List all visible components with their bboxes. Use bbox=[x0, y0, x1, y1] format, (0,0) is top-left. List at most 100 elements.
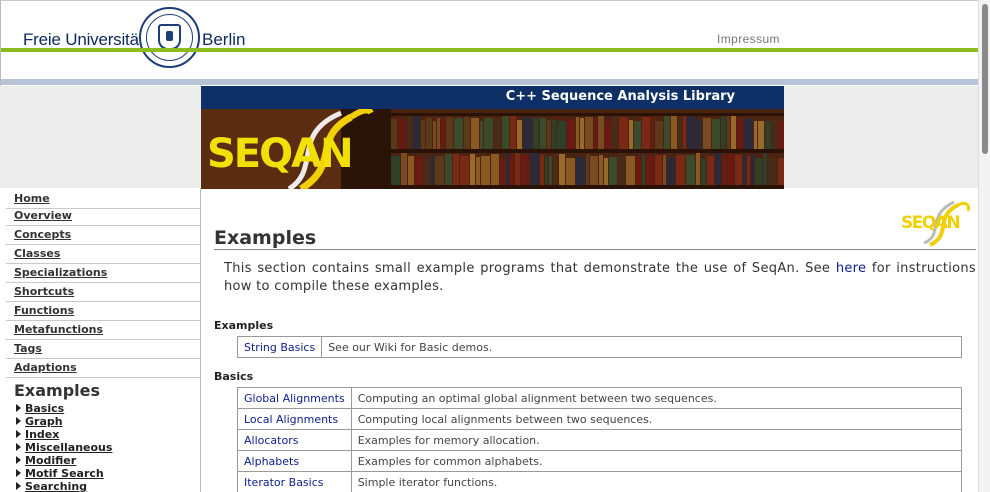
book-spine bbox=[484, 118, 493, 149]
book-spine bbox=[403, 121, 406, 149]
scrollbar-thumb[interactable] bbox=[982, 4, 988, 154]
sidebar-item-overview[interactable]: Overview bbox=[6, 207, 200, 226]
book-spine bbox=[586, 154, 589, 185]
book-spine bbox=[605, 121, 611, 149]
book-spine bbox=[754, 121, 757, 149]
impressum-link[interactable]: Impressum bbox=[717, 32, 780, 46]
example-link[interactable]: Local Alignments bbox=[237, 408, 352, 430]
university-seal-logo[interactable] bbox=[139, 7, 200, 68]
book-spine bbox=[667, 158, 675, 185]
book-spine bbox=[408, 156, 414, 185]
example-link[interactable]: Allocators bbox=[237, 429, 352, 451]
book-spine bbox=[506, 153, 509, 185]
sidebar-section-heading: Examples bbox=[14, 381, 101, 400]
seqan-small-logo-text: SEQAN bbox=[901, 213, 961, 233]
university-name-left: Freie Universität bbox=[23, 30, 144, 49]
example-description: Examples for common alphabets. bbox=[350, 450, 963, 472]
example-description: Computing local alignments between two s… bbox=[350, 408, 963, 430]
book-spine bbox=[415, 157, 423, 185]
book-spine bbox=[678, 117, 682, 149]
triangle-right-icon bbox=[16, 482, 21, 490]
book-spine bbox=[655, 121, 663, 149]
book-spine bbox=[728, 154, 734, 185]
book-spine bbox=[778, 121, 784, 149]
examples-table: String Basics See our Wiki for Basic dem… bbox=[236, 336, 962, 358]
book-spine bbox=[491, 154, 499, 185]
book-spine bbox=[594, 118, 597, 149]
book-spine bbox=[664, 116, 670, 149]
book-spine bbox=[566, 158, 575, 185]
book-spine bbox=[619, 117, 628, 149]
book-spine bbox=[549, 156, 552, 185]
book-spine bbox=[552, 120, 556, 149]
book-spine bbox=[744, 119, 753, 149]
book-spine bbox=[715, 153, 721, 185]
sidebar-item-functions[interactable]: Functions bbox=[6, 302, 200, 321]
book-spine bbox=[437, 118, 440, 149]
book-spine bbox=[743, 155, 746, 185]
book-spine bbox=[426, 118, 432, 149]
triangle-right-icon bbox=[16, 417, 21, 425]
book-spine bbox=[502, 116, 509, 149]
book-spine bbox=[515, 153, 520, 185]
sidebar-sub-graph[interactable]: Graph bbox=[16, 415, 63, 428]
book-spine bbox=[441, 118, 445, 149]
sidebar-item-concepts[interactable]: Concepts bbox=[6, 226, 200, 245]
seqan-logo-text: SEQAN bbox=[207, 131, 354, 177]
seqan-banner: C++ Sequence Analysis Library SEQAN bbox=[201, 86, 784, 189]
book-spine bbox=[768, 158, 777, 185]
book-spine bbox=[545, 157, 548, 185]
sidebar-sub-modifier[interactable]: Modifier bbox=[16, 454, 76, 467]
book-spine bbox=[712, 119, 720, 149]
intro-paragraph: This section contains small example prog… bbox=[224, 261, 976, 294]
book-spine bbox=[599, 155, 603, 185]
triangle-right-icon bbox=[16, 430, 21, 438]
sidebar-item-shortcuts[interactable]: Shortcuts bbox=[6, 283, 200, 302]
book-spine bbox=[547, 120, 551, 149]
example-description: Computing an optimal global alignment be… bbox=[350, 387, 963, 409]
book-spine bbox=[413, 116, 420, 149]
compile-instructions-link[interactable]: here bbox=[836, 261, 867, 276]
book-spine bbox=[663, 155, 666, 185]
sidebar-sub-basics[interactable]: Basics bbox=[16, 402, 64, 415]
book-spine bbox=[453, 154, 459, 185]
example-link[interactable]: Iterator Basics bbox=[237, 471, 352, 492]
sidebar-item-specializations[interactable]: Specializations bbox=[6, 264, 200, 283]
sidebar-sub-motif-search[interactable]: Motif Search bbox=[16, 467, 104, 480]
sidebar-sub-index[interactable]: Index bbox=[16, 428, 59, 441]
sidebar-item-metafunctions[interactable]: Metafunctions bbox=[6, 321, 200, 340]
sidebar-item-tags[interactable]: Tags bbox=[6, 340, 200, 359]
triangle-right-icon bbox=[16, 456, 21, 464]
vertical-scrollbar[interactable] bbox=[978, 0, 990, 492]
book-spine bbox=[517, 120, 522, 149]
example-link[interactable]: Global Alignments bbox=[237, 387, 352, 409]
example-link[interactable]: String Basics bbox=[236, 336, 323, 358]
table-row: Allocators Examples for memory allocatio… bbox=[237, 429, 963, 451]
book-spine bbox=[559, 154, 565, 185]
book-spine bbox=[755, 158, 762, 185]
book-spine bbox=[636, 156, 641, 185]
book-spine bbox=[686, 155, 695, 185]
sidebar-sub-searching[interactable]: Searching bbox=[16, 480, 87, 492]
example-description: See our Wiki for Basic demos. bbox=[321, 336, 962, 358]
book-spine bbox=[629, 120, 633, 149]
book-spine bbox=[737, 118, 743, 149]
book-spine bbox=[424, 158, 430, 185]
book-spine bbox=[772, 118, 777, 149]
sidebar-sub-miscellaneous[interactable]: Miscellaneous bbox=[16, 441, 112, 454]
book-spine bbox=[731, 116, 736, 149]
table-row: Global Alignments Computing an optimal g… bbox=[237, 387, 963, 409]
section-heading-basics: Basics bbox=[214, 370, 254, 383]
book-spine bbox=[470, 154, 475, 185]
example-link[interactable]: Alphabets bbox=[237, 450, 352, 472]
book-spine bbox=[500, 158, 505, 185]
book-spine bbox=[722, 154, 727, 185]
book-spine bbox=[763, 153, 767, 185]
book-spine bbox=[391, 156, 400, 185]
sidebar-item-classes[interactable]: Classes bbox=[6, 245, 200, 264]
book-spine bbox=[407, 117, 412, 149]
book-spine bbox=[567, 119, 575, 149]
banner-title-bar: C++ Sequence Analysis Library bbox=[201, 86, 784, 109]
book-spine bbox=[553, 154, 558, 185]
sidebar-item-adaptions[interactable]: Adaptions bbox=[6, 359, 200, 378]
